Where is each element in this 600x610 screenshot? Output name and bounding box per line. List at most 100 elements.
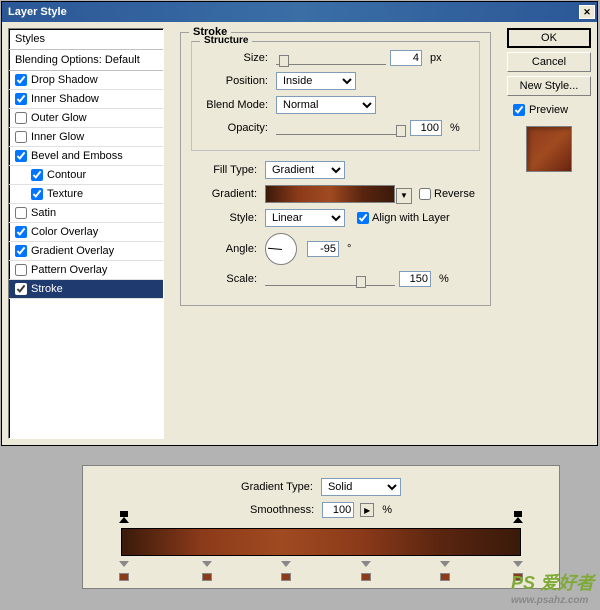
scale-input[interactable] [399, 271, 431, 287]
ok-button[interactable]: OK [507, 28, 591, 48]
style-item-gradient-overlay[interactable]: Gradient Overlay [9, 242, 163, 261]
color-stop[interactable] [119, 561, 129, 567]
reverse-label: Reverse [434, 188, 475, 200]
style-label: Satin [31, 207, 56, 219]
preview-swatch [526, 126, 572, 172]
color-stop[interactable] [281, 561, 291, 567]
filltype-select[interactable]: Gradient [265, 161, 345, 179]
style-checkbox[interactable] [15, 283, 27, 295]
style-label: Color Overlay [31, 226, 98, 238]
deg-unit: ° [343, 243, 351, 255]
scale-slider[interactable] [265, 272, 395, 286]
size-input[interactable] [390, 50, 422, 66]
structure-fieldset: Structure Size: px Position: Inside Blen… [191, 41, 480, 151]
gradient-label: Gradient: [191, 188, 261, 200]
style-item-drop-shadow[interactable]: Drop Shadow [9, 71, 163, 90]
style-checkbox[interactable] [15, 226, 27, 238]
color-stop[interactable] [202, 561, 212, 567]
style-item-texture[interactable]: Texture [9, 185, 163, 204]
style-checkbox[interactable] [15, 112, 27, 124]
gradient-editor-panel: Gradient Type: Solid Smoothness: ▶ % [82, 465, 560, 589]
blending-options-item[interactable]: Blending Options: Default [9, 50, 163, 71]
style-item-bevel-and-emboss[interactable]: Bevel and Emboss [9, 147, 163, 166]
style-select[interactable]: Linear [265, 209, 345, 227]
angle-input[interactable] [307, 241, 339, 257]
scale-label: Scale: [191, 273, 261, 285]
smooth-pct: % [378, 504, 392, 516]
opacity-stop[interactable] [513, 517, 523, 523]
styles-list: Styles Blending Options: Default Drop Sh… [8, 28, 164, 439]
new-style-button[interactable]: New Style... [507, 76, 591, 96]
reverse-checkbox[interactable] [419, 188, 431, 200]
color-stop[interactable] [440, 561, 450, 567]
style-checkbox[interactable] [15, 150, 27, 162]
smooth-label: Smoothness: [250, 504, 314, 516]
style-checkbox[interactable] [15, 74, 27, 86]
style-item-inner-shadow[interactable]: Inner Shadow [9, 90, 163, 109]
angle-label: Angle: [191, 243, 261, 255]
watermark: PS 爱好者 www.psahz.com [511, 569, 594, 606]
style-item-contour[interactable]: Contour [9, 166, 163, 185]
style-label: Pattern Overlay [31, 264, 107, 276]
style-item-stroke[interactable]: Stroke [9, 280, 163, 299]
smooth-input[interactable] [322, 502, 354, 518]
button-panel: OK Cancel New Style... Preview [507, 28, 591, 439]
style-checkbox[interactable] [15, 207, 27, 219]
structure-title: Structure [200, 35, 252, 46]
opacity-stop[interactable] [119, 517, 129, 523]
style-label: Texture [47, 188, 83, 200]
style-label: Inner Glow [31, 131, 84, 143]
angle-dial[interactable] [265, 233, 297, 265]
style-checkbox[interactable] [15, 131, 27, 143]
style-label: Stroke [31, 283, 63, 295]
blendmode-label: Blend Mode: [202, 99, 272, 111]
px-unit: px [426, 52, 442, 64]
filltype-label: Fill Type: [191, 164, 261, 176]
style-checkbox[interactable] [15, 264, 27, 276]
styles-header[interactable]: Styles [9, 29, 163, 50]
opacity-label: Opacity: [202, 122, 272, 134]
style-item-color-overlay[interactable]: Color Overlay [9, 223, 163, 242]
style-checkbox[interactable] [15, 245, 27, 257]
align-checkbox[interactable] [357, 212, 369, 224]
opacity-slider[interactable] [276, 121, 406, 135]
style-label: Bevel and Emboss [31, 150, 123, 162]
opacity-input[interactable] [410, 120, 442, 136]
style-label: Contour [47, 169, 86, 181]
pct-unit-2: % [435, 273, 449, 285]
dialog-title: Layer Style [8, 6, 67, 18]
color-stop[interactable] [513, 561, 523, 567]
style-label: Gradient Overlay [31, 245, 114, 257]
gradtype-select[interactable]: Solid [321, 478, 401, 496]
gradient-bar[interactable] [121, 528, 521, 556]
position-select[interactable]: Inside [276, 72, 356, 90]
layer-style-dialog: Layer Style ✕ Styles Blending Options: D… [1, 1, 598, 446]
size-slider[interactable] [276, 51, 386, 65]
style-label: Inner Shadow [31, 93, 99, 105]
style-item-satin[interactable]: Satin [9, 204, 163, 223]
style-item-inner-glow[interactable]: Inner Glow [9, 128, 163, 147]
gradient-swatch[interactable] [265, 185, 395, 203]
color-stop[interactable] [361, 561, 371, 567]
style-item-outer-glow[interactable]: Outer Glow [9, 109, 163, 128]
gradtype-label: Gradient Type: [241, 481, 313, 493]
close-button[interactable]: ✕ [579, 5, 595, 19]
style-label: Outer Glow [31, 112, 87, 124]
title-bar: Layer Style ✕ [2, 2, 597, 22]
style-checkbox[interactable] [31, 169, 43, 181]
pct-unit: % [446, 122, 460, 134]
stroke-fieldset: Stroke Structure Size: px Position: Insi… [180, 32, 491, 306]
align-label: Align with Layer [372, 212, 450, 224]
style-item-pattern-overlay[interactable]: Pattern Overlay [9, 261, 163, 280]
stroke-panel: Stroke Structure Size: px Position: Insi… [172, 28, 499, 439]
style-checkbox[interactable] [31, 188, 43, 200]
preview-checkbox[interactable] [513, 104, 525, 116]
smooth-arrow-button[interactable]: ▶ [360, 503, 374, 517]
style-label: Style: [191, 212, 261, 224]
style-label: Drop Shadow [31, 74, 98, 86]
size-label: Size: [202, 52, 272, 64]
position-label: Position: [202, 75, 272, 87]
blendmode-select[interactable]: Normal [276, 96, 376, 114]
style-checkbox[interactable] [15, 93, 27, 105]
cancel-button[interactable]: Cancel [507, 52, 591, 72]
